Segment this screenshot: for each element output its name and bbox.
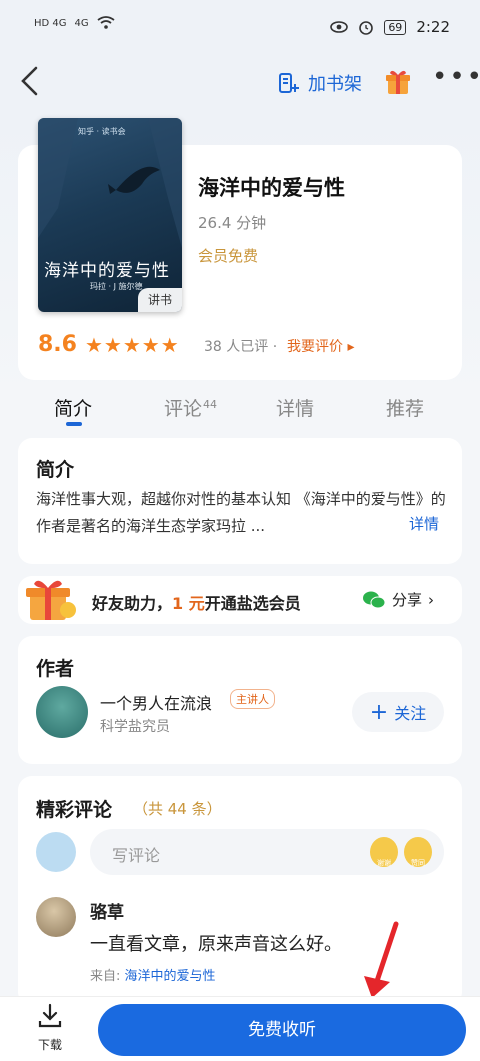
chevron-right-icon: › [428, 590, 435, 609]
rating-row: 8.6 ★★★★★ [38, 332, 180, 357]
add-to-shelf-button[interactable]: 加书架 [278, 70, 362, 96]
download-icon [38, 1003, 62, 1028]
cover-brand: 知乎 · 读书会 [78, 127, 126, 136]
star-rating: ★★★★★ [84, 332, 180, 357]
rating-score: 8.6 [38, 332, 77, 357]
share-label: 分享 [392, 591, 423, 609]
add-shelf-label: 加书架 [308, 74, 362, 95]
tab-recommend-label: 推荐 [386, 398, 425, 420]
share-button[interactable]: 分享 › [362, 589, 434, 610]
signal-icon: HD 4G [34, 17, 67, 29]
tab-comments-count: 44 [203, 397, 218, 411]
author-badge: 主讲人 [230, 689, 275, 709]
follow-label: 关注 [394, 704, 427, 723]
gift-box-icon [26, 580, 76, 620]
comments-title: 精彩评论 [36, 799, 113, 821]
free-listen-button[interactable]: 免费收听 [98, 1004, 466, 1056]
promo-suffix: 开通盐选会员 [204, 594, 301, 613]
more-options-button[interactable]: ••• [432, 62, 480, 92]
emoji-agree-label: 赞同 [411, 859, 425, 867]
tab-intro[interactable]: 简介 [54, 394, 92, 421]
wechat-icon [363, 591, 386, 608]
emoji-agree-button[interactable]: 赞同 [404, 837, 432, 867]
chevron-left-icon [21, 66, 38, 96]
tab-comments-label: 评论 [164, 398, 203, 420]
rating-count: 38 人已评 · [204, 339, 278, 355]
tab-recommend[interactable]: 推荐 [386, 394, 424, 421]
comment-placeholder: 写评论 [112, 846, 161, 865]
author-avatar[interactable] [36, 686, 88, 738]
follow-button[interactable]: + 关注 [352, 692, 444, 732]
vip-free-label: 会员免费 [198, 247, 259, 265]
promo-text: 好友助力，1 元开通盐选会员 [92, 590, 301, 614]
eye-icon [330, 21, 349, 33]
gift-icon[interactable] [384, 68, 412, 96]
intro-more-link[interactable]: 详情 [409, 513, 439, 534]
comment-source-label: 来自: [90, 969, 125, 984]
wifi-icon [97, 16, 115, 29]
emoji-thanks-label: 谢谢 [377, 859, 391, 867]
alarm-icon [359, 21, 374, 35]
book-duration: 26.4 分钟 [198, 214, 267, 232]
tab-details[interactable]: 详情 [276, 394, 314, 421]
book-cover[interactable]: 知乎 · 读书会 海洋中的爱与性 玛拉 · J 施尔德 讲书 [38, 118, 182, 312]
status-right: 69 2:22 [330, 18, 450, 36]
back-button[interactable] [18, 64, 48, 100]
intro-text: 海洋性事大观，超越你对性的基本认知 《海洋中的爱与性》的作者是著名的海洋生态学家… [36, 490, 446, 535]
comment-source: 来自: 海洋中的爱与性 [90, 965, 216, 984]
comment-text: 一直看文章，原来声音这么好。 [90, 934, 342, 955]
more-icon: ••• [432, 62, 480, 92]
download-button[interactable]: 下载 [30, 1003, 70, 1053]
cover-tag: 讲书 [138, 288, 182, 312]
signal-icon-2: 4G [74, 17, 89, 29]
bottom-bar: 下载 免费收听 [0, 996, 480, 1061]
tab-active-indicator [66, 422, 82, 426]
comment-avatar[interactable] [36, 897, 76, 937]
signal-indicators: HD 4G 4G [34, 16, 115, 30]
plus-icon: + [369, 699, 389, 725]
author-section-title: 作者 [36, 658, 75, 680]
battery-indicator: 69 [384, 19, 407, 35]
comment-input[interactable]: 写评论 谢谢 赞同 [90, 829, 444, 875]
tab-intro-label: 简介 [54, 398, 93, 420]
author-role: 科学盐究员 [100, 719, 170, 735]
emoji-thanks-button[interactable]: 谢谢 [370, 837, 398, 867]
tab-comments[interactable]: 评论44 [164, 394, 217, 421]
download-label: 下载 [37, 1038, 62, 1052]
clock: 2:22 [416, 18, 450, 36]
add-shelf-icon [279, 73, 299, 93]
promo-price: 1 元 [172, 594, 205, 613]
comment-source-book[interactable]: 海洋中的爱与性 [125, 969, 216, 984]
promo-prefix: 好友助力， [92, 594, 173, 613]
comment-author[interactable]: 骆草 [90, 898, 124, 923]
status-bar: HD 4G 4G 69 2:22 [0, 0, 480, 58]
cover-title: 海洋中的爱与性 [44, 261, 170, 281]
intro-title: 简介 [36, 459, 75, 481]
rate-button[interactable]: 我要评价 ▸ [287, 336, 354, 356]
book-title: 海洋中的爱与性 [198, 176, 345, 200]
author-name[interactable]: 一个男人在流浪 [100, 690, 212, 714]
tab-details-label: 详情 [276, 398, 315, 420]
cover-author: 玛拉 · J 施尔德 [90, 282, 143, 291]
my-avatar [36, 832, 76, 872]
comments-count: （共 44 条） [133, 800, 222, 818]
red-arrow-annotation [364, 921, 399, 998]
top-nav: 加书架 ••• [0, 58, 480, 108]
